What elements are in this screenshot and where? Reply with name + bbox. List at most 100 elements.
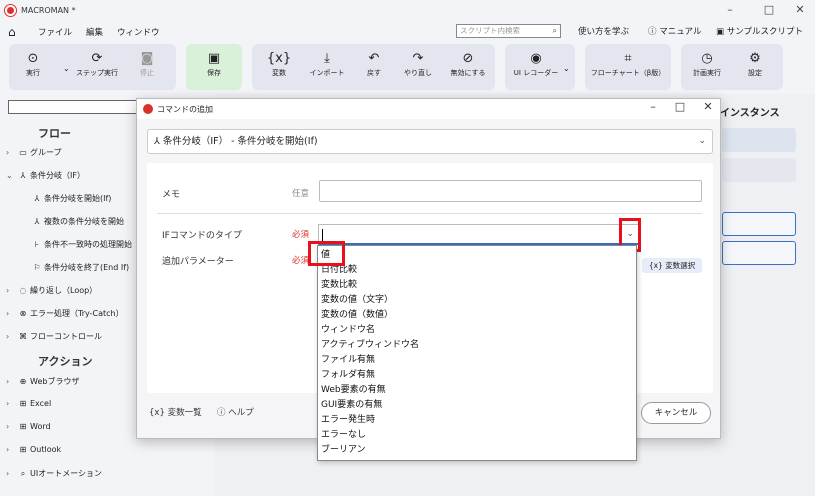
dialog-close-button[interactable]: ✕ — [695, 100, 721, 113]
help-button[interactable]: ⓘ ヘルプ — [217, 406, 254, 418]
chevron-down-icon: ⌄ — [698, 136, 706, 146]
save-icon: ▣ — [207, 51, 221, 66]
tree-item-else[interactable]: ⊦ 条件不一致時の処理開始 — [30, 239, 132, 250]
undo-button[interactable]: ↶ 戻す — [354, 50, 394, 78]
tree-item-try-catch[interactable]: › ⊗ エラー処理（Try-Catch） — [6, 308, 124, 319]
minimize-button[interactable]: – — [713, 0, 747, 20]
toolbar: ⊙ 実行 ⌄ ⟳ ステップ実行 ◙ 停止 ▣ 保存 {x} 変数 ⤓ インポート ↶ 戻す ↷… — [0, 44, 815, 94]
import-button[interactable]: ⤓ インポート — [305, 50, 349, 78]
dropdown-option[interactable]: エラーなし — [321, 428, 366, 443]
dropdown-option[interactable]: ブーリアン — [321, 443, 366, 458]
search-icon: ⌕ — [552, 26, 557, 35]
dropdown-option[interactable]: 変数の値（数値） — [321, 308, 393, 323]
tree-item-outlook[interactable]: › ⊞ Outlook — [6, 445, 61, 454]
sample-scripts-link[interactable]: ▣ サンプルスクリプト — [716, 25, 803, 37]
record-icon: ◉ — [530, 51, 542, 66]
dialog-title-bar: コマンドの追加 – □ ✕ — [137, 99, 720, 119]
tree-item-end-if[interactable]: ⚐ 条件分岐を終了(End If) — [30, 262, 129, 273]
manual-link[interactable]: ⓘ マニュアル — [648, 25, 701, 37]
variable-list-button[interactable]: {x} 変数一覧 — [149, 406, 202, 418]
dropdown-option[interactable]: フォルダ有無 — [321, 368, 375, 383]
instance-field[interactable] — [722, 241, 796, 265]
instance-row[interactable] — [722, 128, 796, 152]
run-dropdown-icon[interactable]: ⌄ — [63, 64, 70, 73]
dialog-maximize-button[interactable]: □ — [667, 100, 693, 113]
command-type-select[interactable]: ⅄ 条件分岐（IF） - 条件分岐を開始(If) ⌄ — [147, 129, 713, 154]
excel-icon: ⊞ — [19, 399, 27, 408]
outlook-icon: ⊞ — [19, 445, 27, 454]
variables-button[interactable]: {x} 変数 — [259, 50, 299, 78]
redo-button[interactable]: ↷ やり直し — [398, 50, 438, 78]
dropdown-option[interactable]: GUI要素の有無 — [321, 398, 382, 413]
else-icon: ⊦ — [34, 240, 40, 249]
save-group: ▣ 保存 — [186, 44, 242, 90]
step-run-button[interactable]: ⟳ ステップ実行 — [73, 50, 121, 78]
flowchart-icon: ⌗ — [624, 51, 632, 66]
redo-icon: ↷ — [412, 51, 424, 66]
step-icon: ⟳ — [91, 51, 103, 66]
tree-item-group[interactable]: › ▭ グループ — [6, 147, 62, 158]
branch-icon: ⅄ — [20, 171, 26, 180]
dropdown-option[interactable]: Web要素の有無 — [321, 383, 386, 398]
run-group: ⊙ 実行 ⌄ ⟳ ステップ実行 ◙ 停止 — [9, 44, 176, 90]
ui-automation-icon: ⌕ — [20, 469, 26, 478]
tree-item-multi-if[interactable]: ⅄ 複数の条件分岐を開始 — [30, 216, 124, 227]
tree-item-excel[interactable]: › ⊞ Excel — [6, 399, 51, 408]
edit-group: {x} 変数 ⤓ インポート ↶ 戻す ↷ やり直し ⊘ 無効にする — [252, 44, 495, 90]
instance-row[interactable] — [722, 158, 796, 182]
error-icon: ⊗ — [19, 309, 27, 318]
memo-input[interactable] — [319, 180, 702, 202]
menu-file[interactable]: ファイル — [38, 26, 72, 38]
tree-item-loop[interactable]: › ◌ 繰り返し（Loop） — [6, 285, 97, 296]
tree-item-word[interactable]: › ⊞ Word — [6, 422, 51, 431]
dialog-minimize-button[interactable]: – — [640, 100, 666, 113]
dropdown-option[interactable]: エラー発生時 — [321, 413, 375, 428]
dropdown-option[interactable]: 変数比較 — [321, 278, 357, 293]
required-tag: 必須 — [292, 230, 310, 240]
app-logo-icon — [5, 4, 16, 16]
flowchart-button[interactable]: ⌗ フローチャート（β版） — [589, 50, 667, 78]
disable-button[interactable]: ⊘ 無効にする — [445, 50, 491, 78]
variable-select-button[interactable]: {x} 変数選択 — [642, 258, 702, 273]
dropdown-option[interactable]: 変数の値（文字） — [321, 293, 393, 308]
close-button[interactable]: ✕ — [783, 0, 815, 20]
ui-recorder-button[interactable]: ◉ UI レコーダー — [511, 50, 561, 78]
menu-edit[interactable]: 編集 — [86, 26, 103, 38]
window-title: MACROMAN * — [21, 5, 76, 15]
recorder-dropdown-icon[interactable]: ⌄ — [563, 64, 570, 73]
dropdown-option[interactable]: アクティブウィンドウ名 — [321, 338, 419, 353]
settings-button[interactable]: ⚙ 設定 — [735, 50, 775, 78]
home-icon[interactable]: ⌂ — [8, 25, 24, 39]
tree-item-flow-control[interactable]: › ⌘ フローコントロール — [6, 331, 102, 342]
disable-icon: ⊘ — [462, 51, 474, 66]
memo-label: メモ — [162, 190, 181, 200]
cancel-button[interactable]: キャンセル — [641, 402, 711, 424]
dropdown-option[interactable]: ファイル有無 — [321, 353, 375, 368]
run-button[interactable]: ⊙ 実行 — [21, 50, 45, 78]
app-logo-icon — [143, 104, 153, 114]
flag-icon: ⚐ — [33, 263, 41, 272]
tree-item-if-start[interactable]: ⅄ 条件分岐を開始(If) — [30, 193, 112, 204]
tree-item-web-browser[interactable]: › ⊕ Webブラウザ — [6, 376, 79, 387]
if-type-select[interactable]: ⌄ — [318, 224, 639, 245]
help-icon: ⓘ — [217, 408, 226, 418]
tree-item-if[interactable]: ⌄ ⅄ 条件分岐（IF） — [6, 170, 85, 181]
dropdown-option[interactable]: ウィンドウ名 — [321, 323, 375, 338]
folder-icon: ▭ — [19, 148, 27, 157]
branch-icon: ⅄ — [34, 194, 40, 203]
menu-window[interactable]: ウィンドウ — [117, 26, 160, 38]
text-caret — [322, 229, 323, 241]
undo-icon: ↶ — [368, 51, 380, 66]
schedule-button[interactable]: ◷ 計画実行 — [687, 50, 727, 78]
instance-field[interactable] — [722, 212, 796, 236]
stop-icon: ◙ — [140, 51, 154, 66]
loop-icon: ◌ — [19, 286, 27, 295]
save-button[interactable]: ▣ 保存 — [194, 50, 234, 78]
tree-item-ui-automation[interactable]: › ⌕ UIオートメーション — [6, 468, 102, 479]
globe-icon: ⊕ — [19, 377, 27, 386]
maximize-button[interactable]: □ — [752, 0, 786, 20]
learn-link[interactable]: 使い方を学ぶ — [578, 25, 629, 37]
script-search-input[interactable]: スクリプト内検索 ⌕ — [456, 24, 561, 38]
recorder-group: ◉ UI レコーダー ⌄ — [505, 44, 575, 90]
stop-button[interactable]: ◙ 停止 — [133, 50, 161, 78]
